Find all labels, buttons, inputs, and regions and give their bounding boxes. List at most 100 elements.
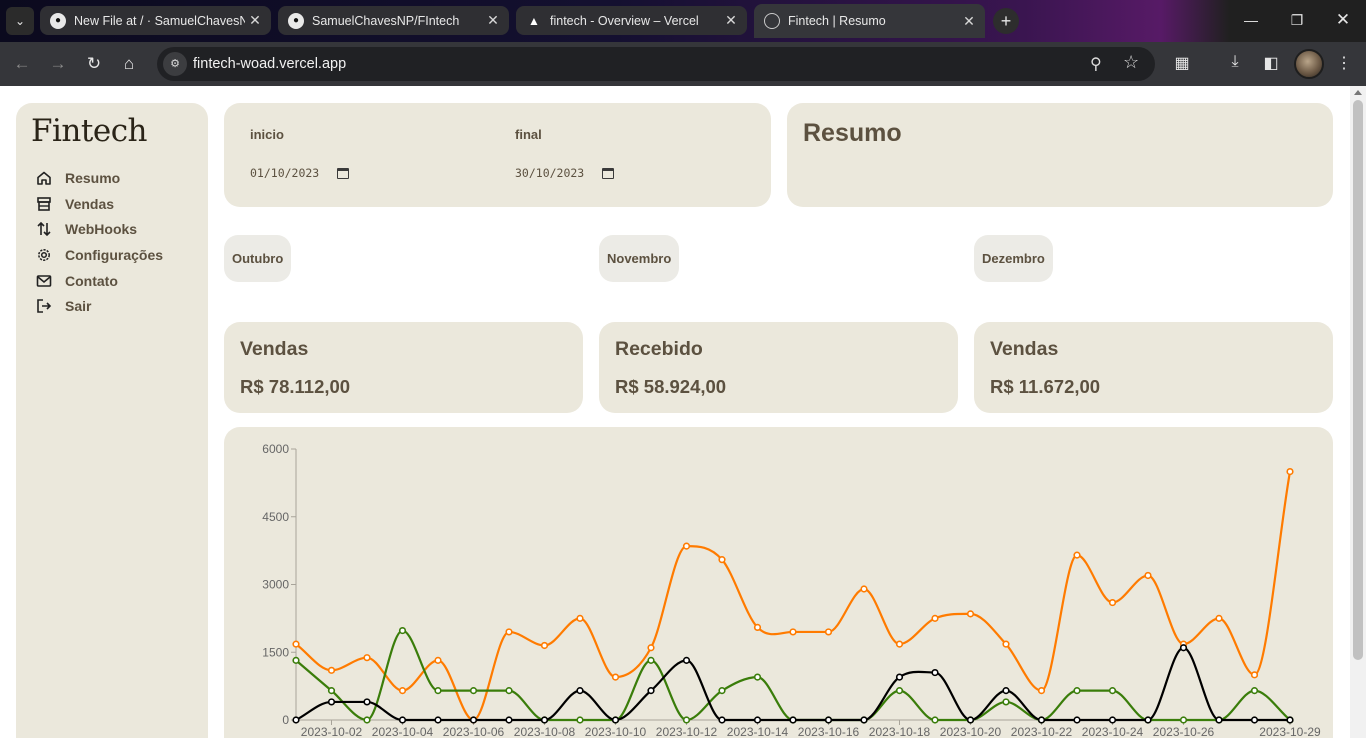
data-point-black <box>1179 644 1188 652</box>
stat-value: R$ 78.112,00 <box>240 376 351 397</box>
calendar-icon[interactable] <box>337 167 350 179</box>
start-date-input[interactable]: 01/10/2023 <box>250 166 350 180</box>
data-point-black <box>1108 716 1117 724</box>
data-point-green <box>327 687 336 695</box>
tab-search-chevron-icon[interactable]: ⌄ <box>6 7 34 35</box>
x-tick-label: 2023-10-20 <box>940 725 1002 738</box>
sidebar-item-label: Sair <box>65 298 92 315</box>
data-point-orange <box>789 628 797 636</box>
x-tick-label: 2023-10-29 <box>1259 725 1321 738</box>
data-point-orange <box>718 556 726 564</box>
data-point-orange <box>1250 671 1259 679</box>
address-bar[interactable]: ⚙ fintech-woad.vercel.app ⚲ ☆ <box>157 47 1155 81</box>
x-tick-label: 2023-10-22 <box>1011 725 1073 738</box>
data-point-black <box>895 673 904 681</box>
sidebar-item-label: Configurações <box>65 246 164 263</box>
menu-dots-icon[interactable]: ⋮ <box>1333 53 1355 73</box>
month-button-outubro[interactable]: Outubro <box>224 235 292 282</box>
close-icon[interactable]: ✕ <box>721 12 741 29</box>
data-point-green <box>895 687 904 695</box>
end-date-input[interactable]: 30/10/2023 <box>515 166 615 180</box>
zoom-icon[interactable]: ⚲ <box>1090 54 1102 74</box>
data-point-orange <box>505 628 513 636</box>
month-button-novembro[interactable]: Novembro <box>599 235 680 282</box>
data-point-black <box>576 687 584 695</box>
browser-tab[interactable]: ● SamuelChavesNP/FIntech ✕ <box>278 6 509 35</box>
extensions-icon[interactable]: ▦ <box>1171 53 1193 73</box>
back-icon[interactable]: ← <box>10 52 34 76</box>
data-point-black <box>1037 716 1046 724</box>
minimize-icon[interactable]: — <box>1236 8 1266 32</box>
data-point-black <box>647 687 655 695</box>
close-icon[interactable]: ✕ <box>483 12 503 29</box>
new-tab-button[interactable]: + <box>993 8 1019 34</box>
data-point-black <box>931 668 939 677</box>
url-text[interactable]: fintech-woad.vercel.app <box>193 56 346 72</box>
date-range-card: inicio 01/10/2023 final 30/10/2023 <box>224 103 771 207</box>
reload-icon[interactable]: ↻ <box>82 52 106 76</box>
series-line-orange <box>295 471 1292 722</box>
site-info-icon[interactable]: ⚙ <box>163 52 187 76</box>
data-point-green <box>647 656 655 664</box>
arrows-updown-icon <box>35 220 53 238</box>
restore-icon[interactable]: ❐ <box>1282 8 1312 32</box>
browser-tab[interactable]: ▲ fintech - Overview – Vercel ✕ <box>516 6 747 35</box>
y-tick-label: 4500 <box>262 510 289 524</box>
data-point-black <box>966 716 975 724</box>
data-point-orange <box>647 644 655 652</box>
header-card: Resumo <box>787 103 1333 207</box>
data-point-green <box>398 626 407 635</box>
side-panel-icon[interactable]: ◧ <box>1260 53 1282 73</box>
logout-icon <box>35 297 53 315</box>
sidebar-item-resumo[interactable]: Resumo <box>35 165 163 191</box>
data-point-green <box>363 716 371 724</box>
data-point-black <box>682 656 691 664</box>
sidebar-item-configuracoes[interactable]: Configurações <box>35 242 163 268</box>
scroll-thumb[interactable] <box>1353 100 1363 660</box>
data-point-orange <box>1215 614 1223 622</box>
page-title: Resumo <box>803 119 902 147</box>
sidebar-item-contato[interactable]: Contato <box>35 268 163 294</box>
github-icon: ● <box>50 12 66 29</box>
series-line-black <box>295 646 1290 722</box>
scroll-up-arrow-icon[interactable] <box>1354 90 1362 95</box>
sidebar-item-sair[interactable]: Sair <box>35 293 163 319</box>
data-point-green <box>434 687 442 695</box>
calendar-icon[interactable] <box>602 167 615 179</box>
sidebar-item-vendas[interactable]: Vendas <box>35 191 163 217</box>
profile-avatar[interactable] <box>1294 49 1324 79</box>
data-point-orange <box>540 641 549 650</box>
browser-tab[interactable]: ● New File at / · SamuelChavesNP ✕ <box>40 6 271 35</box>
tab-title: fintech - Overview – Vercel <box>550 13 699 28</box>
logo[interactable]: Fintech <box>31 113 148 149</box>
home-browser-icon[interactable]: ⌂ <box>117 52 141 76</box>
gear-icon <box>35 246 53 264</box>
data-point-orange <box>753 623 762 632</box>
close-icon[interactable]: ✕ <box>245 12 265 29</box>
close-icon[interactable]: ✕ <box>959 13 979 30</box>
data-point-orange <box>1073 551 1081 559</box>
data-point-orange <box>327 666 336 674</box>
data-point-orange <box>576 614 584 622</box>
data-point-orange <box>824 628 833 636</box>
forward-icon[interactable]: → <box>46 52 70 76</box>
data-point-green <box>718 687 726 695</box>
data-point-green <box>292 656 300 664</box>
sidebar: Fintech Resumo Vendas WebHooks Configura… <box>16 103 208 738</box>
data-point-black <box>363 698 371 706</box>
data-point-black <box>540 716 549 724</box>
data-point-orange <box>682 542 691 550</box>
data-point-black <box>1144 716 1152 724</box>
x-tick-label: 2023-10-02 <box>301 725 363 738</box>
bookmark-star-icon[interactable]: ☆ <box>1123 52 1139 73</box>
window-close-icon[interactable]: ✕ <box>1328 8 1358 32</box>
data-point-green <box>931 716 939 724</box>
browser-tab-active[interactable]: Fintech | Resumo ✕ <box>754 4 985 38</box>
sidebar-item-webhooks[interactable]: WebHooks <box>35 216 163 242</box>
download-icon[interactable]: ⤓ <box>1224 53 1246 71</box>
stat-title: Vendas <box>990 338 1059 360</box>
x-tick-label: 2023-10-14 <box>727 725 789 738</box>
data-point-orange <box>398 687 407 695</box>
month-button-dezembro[interactable]: Dezembro <box>974 235 1053 282</box>
page-scrollbar[interactable] <box>1350 86 1366 738</box>
